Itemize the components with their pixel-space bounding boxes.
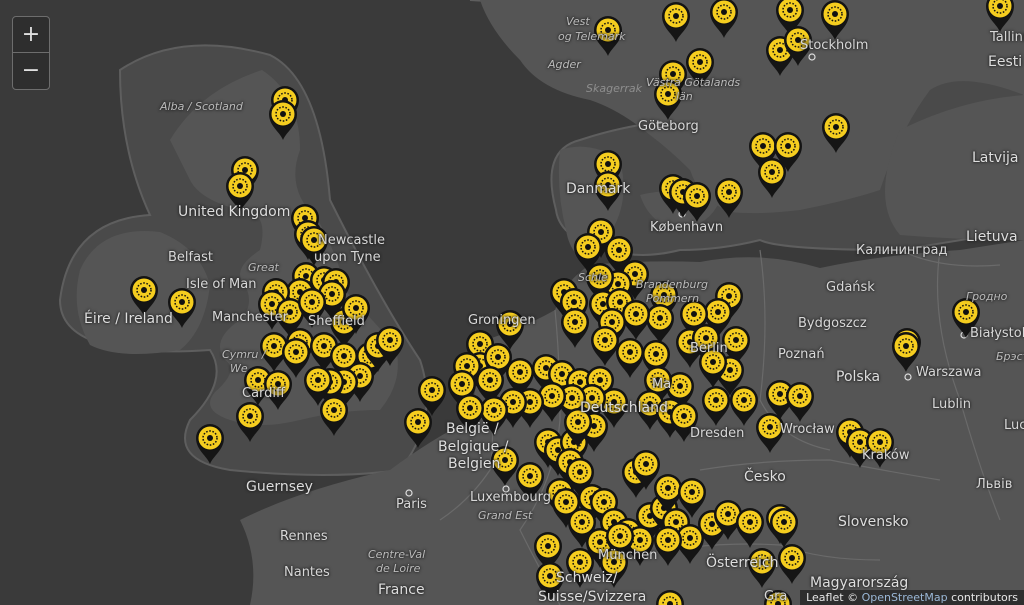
place-label: Belfast (168, 250, 213, 265)
place-label: Västra Götalands (646, 76, 741, 89)
place-label: Poznań (778, 347, 825, 362)
place-label: Danmark (566, 181, 631, 197)
place-label: München (598, 548, 658, 563)
copyright-symbol: © (847, 591, 859, 604)
place-label: Alba / Scotland (160, 100, 243, 113)
place-label: Česko (744, 469, 786, 485)
place-label: Bydgoszcz (798, 316, 867, 331)
place-label: Lietuva (966, 229, 1018, 245)
place-label: Magyarország (810, 575, 909, 591)
place-label: Schweiz/ (556, 570, 618, 586)
place-label: Dresden (690, 426, 745, 441)
place-label: We (230, 362, 248, 375)
place-label: Ma (652, 377, 672, 392)
place-label: Slovensko (838, 514, 909, 530)
place-label: Centre-Val (368, 548, 426, 561)
place-label: Éire / Ireland (84, 311, 173, 327)
place-label: Cardiff (242, 386, 285, 401)
place-label: Göteborg (638, 119, 699, 134)
place-label: Groningen (468, 313, 536, 328)
place-label: de Loire (376, 562, 421, 575)
place-label: Schle (578, 271, 608, 284)
place-label: län (676, 90, 693, 103)
place-label: Брэст (996, 350, 1024, 363)
place-label: Deutschland (580, 400, 668, 416)
place-label: Berlin (690, 341, 728, 356)
place-label: Belgique / (438, 439, 509, 455)
place-label: Cymru / (222, 348, 266, 361)
place-label: Luc (1004, 418, 1024, 433)
place-label: Калининград (856, 243, 948, 258)
place-label: Great (248, 261, 279, 274)
place-label: Suisse/Svizzera (538, 589, 647, 605)
place-label: Brandenburg (636, 278, 708, 291)
place-label: Luxembourg (470, 490, 552, 505)
place-label: Warszawa (916, 365, 982, 380)
place-label: København (650, 220, 724, 235)
place-label: Гродно (966, 290, 1008, 303)
place-label: Vest (566, 15, 590, 28)
place-label: Sheffield (308, 314, 365, 329)
place-label: Wrocław (780, 422, 835, 437)
osm-link[interactable]: OpenStreetMap (862, 591, 948, 604)
place-label: United Kingdom (178, 204, 291, 220)
place-label: France (378, 582, 425, 598)
place-label: Skagerrak (586, 82, 642, 95)
place-label: Guernsey (246, 479, 313, 495)
attribution: Leaflet © OpenStreetMap contributors (800, 590, 1024, 605)
zoom-control: + − (12, 16, 50, 90)
place-label: Stockholm (800, 38, 869, 53)
zoom-in-button[interactable]: + (13, 17, 49, 53)
place-label: Gdańsk (826, 280, 875, 295)
zoom-out-button[interactable]: − (13, 53, 49, 88)
place-label: Львів (976, 477, 1013, 492)
place-label: Nantes (284, 565, 330, 580)
place-label: Tallinn (990, 30, 1024, 45)
place-label: Österreich (706, 555, 779, 571)
leaflet-link[interactable]: Leaflet (806, 591, 843, 604)
place-label: Isle of Man (186, 277, 257, 292)
place-label: Pommern (646, 292, 700, 305)
place-label: Białystok (970, 326, 1024, 341)
place-label: Gra (764, 589, 788, 604)
place-label: Kraków (862, 448, 910, 463)
contributors-text: contributors (951, 591, 1018, 604)
place-label: Grand Est (478, 509, 533, 522)
place-label: Newcastle (318, 233, 385, 248)
place-label: Rennes (280, 529, 328, 544)
place-label: Paris (396, 497, 427, 512)
place-label: upon Tyne (314, 250, 381, 265)
place-label: Agder (548, 58, 581, 71)
place-label: Eesti (988, 54, 1023, 70)
place-label: Belgien (448, 456, 501, 472)
place-label: Polska (836, 369, 881, 385)
place-label: België / (446, 421, 499, 437)
place-label: og Telemark (558, 30, 626, 43)
place-label: Manchester (212, 310, 289, 325)
place-label: Latvija (972, 150, 1019, 166)
place-label: Lublin (932, 397, 971, 412)
